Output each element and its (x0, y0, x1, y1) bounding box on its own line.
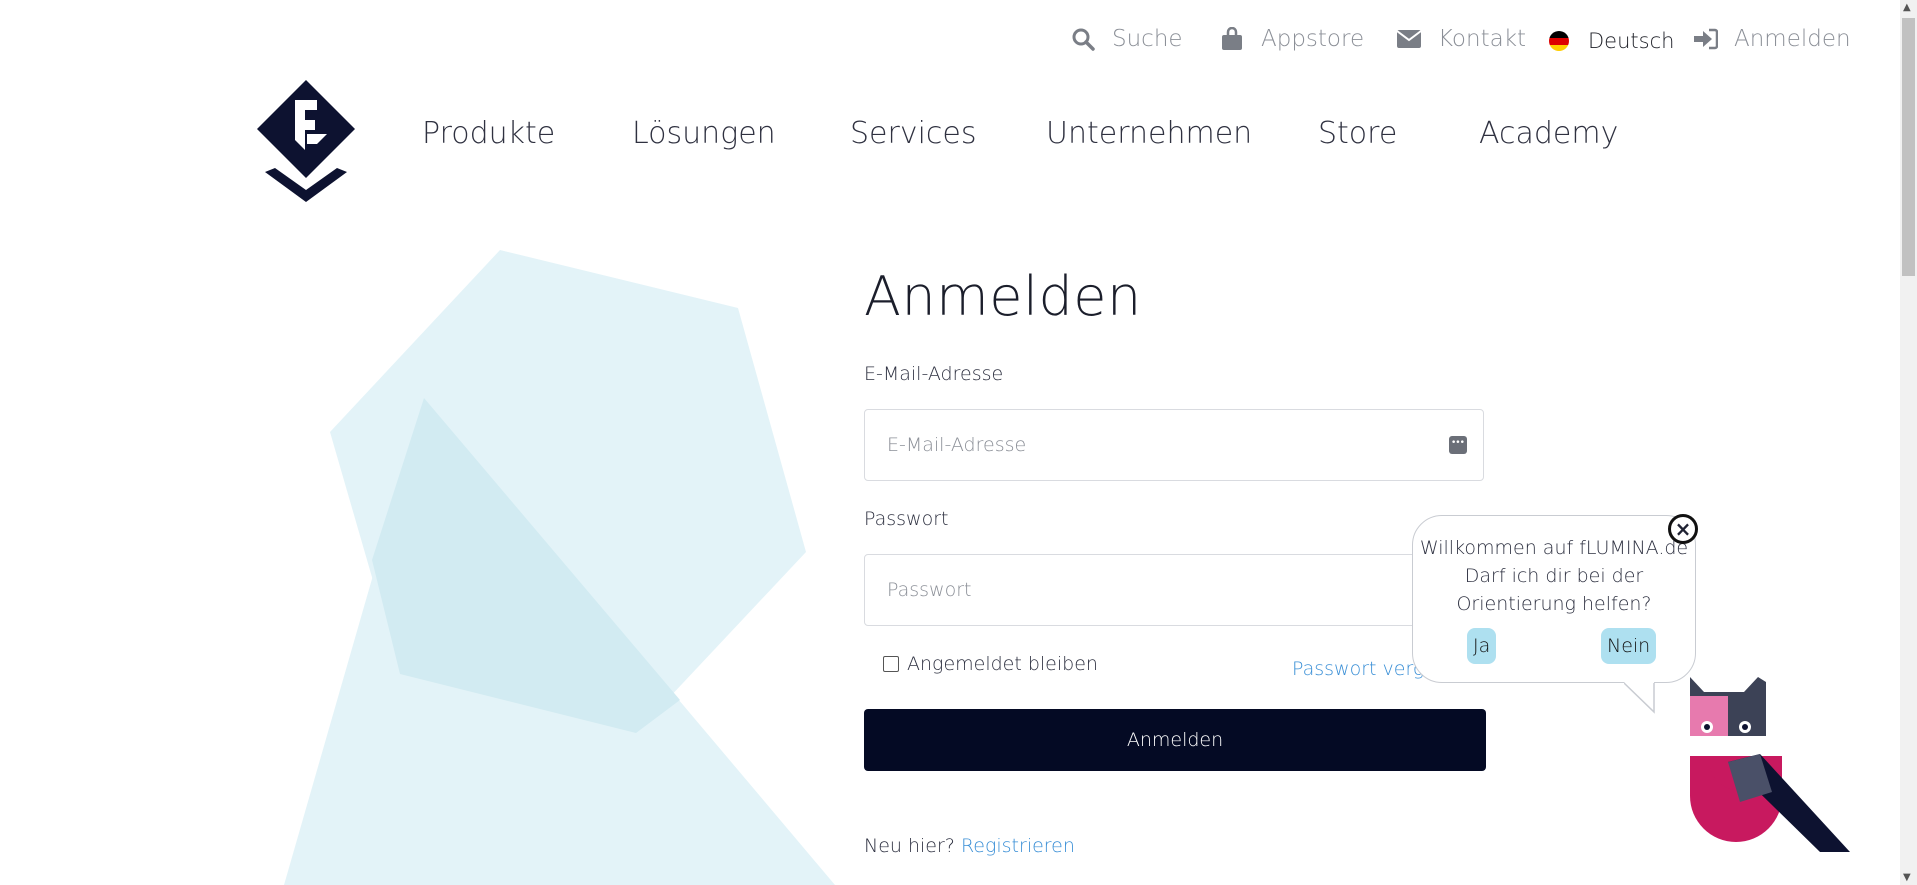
login-form: Anmelden (864, 265, 1486, 328)
nav-item-academy[interactable]: Academy (1479, 116, 1618, 151)
sign-in-icon (1692, 26, 1718, 52)
nav-item-loesungen[interactable]: Lösungen (632, 116, 776, 151)
language-selector[interactable]: Deutsch (1546, 28, 1674, 54)
email-label: E-Mail-Adresse (864, 363, 1004, 385)
nav-item-store[interactable]: Store (1318, 116, 1397, 151)
flumina-logo[interactable] (255, 78, 357, 202)
nav-item-unternehmen[interactable]: Unternehmen (1046, 116, 1252, 151)
assistant-line-1: Willkommen auf fLUMINA.de (1419, 537, 1689, 559)
assistant-message: Willkommen auf fLUMINA.de Darf ich dir b… (1413, 534, 1695, 618)
password-manager-icon[interactable] (1449, 436, 1467, 454)
assistant-no-button[interactable]: Nein (1601, 628, 1657, 664)
login-label: Anmelden (1734, 26, 1851, 52)
search-label: Suche (1112, 26, 1183, 52)
bubble-tail (1624, 682, 1655, 714)
password-input[interactable] (885, 578, 1409, 602)
register-link[interactable]: Registrieren (961, 835, 1075, 857)
password-field-wrapper (864, 554, 1484, 626)
scrollbar-thumb[interactable] (1902, 18, 1915, 276)
german-flag-icon (1546, 28, 1572, 54)
remember-me[interactable]: Angemeldet bleiben (883, 653, 1098, 675)
remember-label: Angemeldet bleiben (907, 653, 1098, 675)
shopping-bag-icon (1219, 26, 1245, 52)
appstore-label: Appstore (1261, 26, 1365, 52)
email-input[interactable] (885, 433, 1409, 457)
assistant-line-2: Darf ich dir bei der (1464, 565, 1644, 587)
login-button[interactable]: Anmelden (864, 709, 1486, 771)
scroll-up-icon[interactable]: ▲ (1903, 2, 1911, 13)
password-label: Passwort (864, 508, 949, 530)
envelope-icon (1396, 26, 1422, 52)
close-icon[interactable]: × (1668, 514, 1698, 544)
contact-link[interactable]: Kontakt (1396, 26, 1526, 52)
assistant-line-3: Orientierung helfen? (1456, 593, 1652, 615)
page-title: Anmelden (864, 265, 1142, 328)
assistant-bubble: Willkommen auf fLUMINA.de Darf ich dir b… (1412, 515, 1696, 683)
appstore-link[interactable]: Appstore (1219, 26, 1364, 52)
language-label: Deutsch (1588, 29, 1675, 53)
remember-checkbox[interactable] (883, 656, 899, 672)
register-row: Neu hier? Registrieren (864, 835, 1075, 857)
new-here-text: Neu hier? (864, 835, 955, 857)
nav-item-services[interactable]: Services (850, 116, 977, 151)
page-scrollbar[interactable]: ▲ ▼ (1900, 0, 1917, 885)
login-link[interactable]: Anmelden (1692, 26, 1851, 52)
search-icon (1070, 26, 1096, 52)
contact-label: Kontakt (1438, 26, 1527, 52)
owl-mascot-icon[interactable] (1680, 672, 1860, 852)
email-field-wrapper (864, 409, 1484, 481)
nav-item-produkte[interactable]: Produkte (422, 116, 555, 151)
search-link[interactable]: Suche (1070, 26, 1183, 52)
scroll-down-icon[interactable]: ▼ (1903, 872, 1911, 883)
top-utility-bar: Suche Appstore Kontakt Deutsch Anmelden (0, 0, 1900, 90)
assistant-yes-button[interactable]: Ja (1467, 628, 1497, 664)
